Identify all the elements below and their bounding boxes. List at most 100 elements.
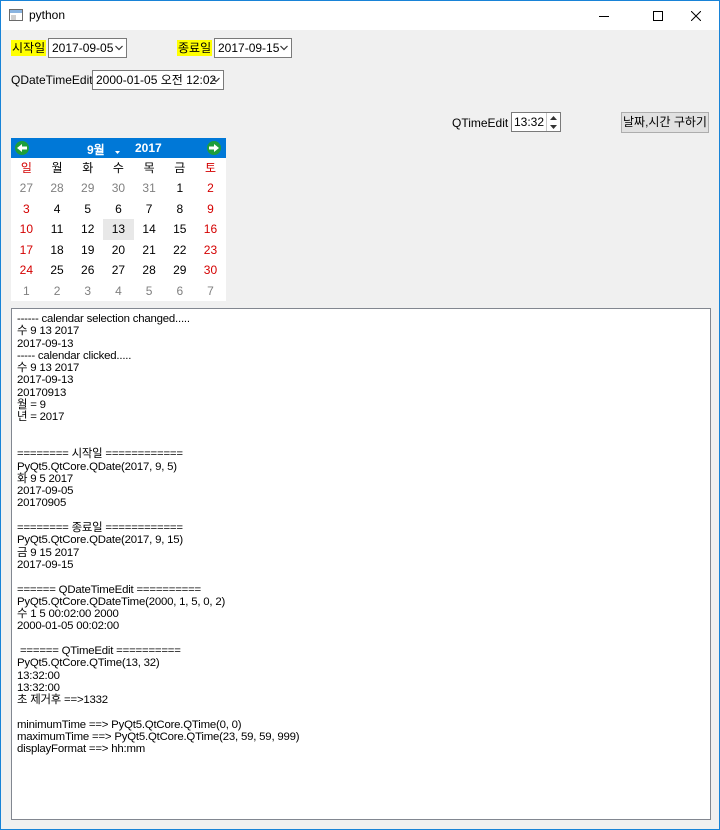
output-line: 2017-09-13 [17, 374, 74, 387]
calendar-day-cell[interactable]: 12 [72, 219, 103, 240]
weekday-tue: 화 [82, 161, 94, 175]
main-window: python 시작일 2017-09-05 종료일 2017-09-15 QDa… [0, 0, 720, 830]
calendar-day-cell[interactable]: 1 [11, 281, 42, 302]
calendar-day-cell[interactable]: 4 [103, 281, 134, 302]
arrow-right-icon [209, 144, 219, 152]
calendar-day-cell[interactable]: 16 [195, 219, 226, 240]
end-date-value: 2017-09-15 [218, 41, 280, 55]
weekday-sat: 토 [204, 161, 216, 175]
calendar-next-button[interactable] [207, 141, 221, 155]
calendar-day-cell[interactable]: 17 [11, 240, 42, 261]
output-line: ======== 종료일 ============ [17, 522, 183, 535]
output-line: 2017-09-15 [17, 558, 74, 571]
spin-down-icon[interactable] [547, 122, 560, 131]
calendar-day-cell[interactable]: 30 [103, 178, 134, 199]
calendar-weekday-header: 일 월 화 수 목 금 토 [11, 158, 226, 178]
calendar-day-cell[interactable]: 7 [195, 281, 226, 302]
calendar-nav-bar: 9월 2017 [11, 138, 226, 158]
weekday-fri: 금 [174, 161, 186, 175]
calendar-week-row: 17 18 19 20 21 22 23 [11, 240, 226, 261]
calendar-day-cell[interactable]: 27 [11, 178, 42, 199]
start-date-value: 2017-09-05 [52, 41, 114, 55]
maximize-icon [653, 10, 663, 21]
output-line: 수 9 13 2017 [17, 325, 80, 338]
calendar-day-cell[interactable]: 9 [195, 199, 226, 220]
calendar-day-cell[interactable]: 31 [134, 178, 165, 199]
output-line: 화 9 5 2017 [17, 472, 73, 485]
title-bar[interactable]: python [1, 1, 719, 30]
calendar-prev-button[interactable] [15, 141, 29, 155]
output-line: displayFormat ==> hh:mm [17, 743, 146, 756]
calendar-day-cell[interactable]: 7 [134, 199, 165, 220]
calendar-day-cell[interactable]: 5 [134, 281, 165, 302]
calendar-day-cell[interactable]: 24 [11, 260, 42, 281]
spin-up-icon[interactable] [547, 113, 560, 122]
calendar-day-cell[interactable]: 21 [134, 240, 165, 261]
calendar-day-cell[interactable]: 28 [134, 260, 165, 281]
start-date-combo[interactable]: 2017-09-05 [48, 38, 127, 58]
get-datetime-button[interactable]: 날짜,시간 구하기 [621, 112, 709, 133]
calendar-day-cell[interactable]: 26 [72, 260, 103, 281]
calendar-day-cell[interactable]: 6 [103, 199, 134, 220]
calendar-day-cell[interactable]: 5 [72, 199, 103, 220]
calendar-day-cell[interactable]: 29 [72, 178, 103, 199]
calendar-day-cell[interactable]: 10 [11, 219, 42, 240]
calendar-widget[interactable]: 9월 2017 일 월 화 수 목 금 토 27 28 29 30 31 1 2 3 4 5 6 7 8… [11, 138, 226, 301]
calendar-week-row: 27 28 29 30 31 1 2 [11, 178, 226, 199]
calendar-day-cell[interactable]: 13 [103, 219, 134, 240]
time-edit-spinbox[interactable]: 13:32 [511, 112, 561, 132]
calendar-month-button[interactable]: 9월 [87, 141, 105, 158]
chevron-down-icon [115, 45, 123, 51]
output-line: PyQt5.QtCore.QDate(2017, 9, 15) [17, 534, 184, 547]
time-edit-label: QTimeEdit [452, 116, 509, 130]
calendar-day-cell[interactable]: 2 [195, 178, 226, 199]
minimize-button[interactable] [581, 1, 627, 30]
output-line: PyQt5.QtCore.QDateTime(2000, 1, 5, 0, 2) [17, 595, 226, 608]
calendar-year-button[interactable]: 2017 [135, 141, 162, 155]
chevron-down-icon [212, 77, 220, 83]
time-spin-buttons[interactable] [546, 113, 560, 131]
output-line: ----- calendar clicked..... [17, 349, 132, 362]
calendar-day-cell[interactable]: 8 [164, 199, 195, 220]
calendar-day-cell[interactable]: 14 [134, 219, 165, 240]
calendar-day-cell[interactable]: 3 [11, 199, 42, 220]
chevron-down-icon [115, 151, 120, 154]
calendar-day-cell[interactable]: 22 [164, 240, 195, 261]
calendar-day-cell[interactable]: 3 [72, 281, 103, 302]
output-line: PyQt5.QtCore.QTime(13, 32) [17, 657, 160, 670]
calendar-day-cell[interactable]: 11 [42, 219, 73, 240]
calendar-day-cell[interactable]: 6 [164, 281, 195, 302]
end-date-combo[interactable]: 2017-09-15 [214, 38, 292, 58]
calendar-day-cell[interactable]: 30 [195, 260, 226, 281]
output-line: 2017-09-13 [17, 337, 74, 350]
calendar-week-row: 1234567 [11, 281, 226, 302]
output-line: 2000-01-05 00:02:00 [17, 620, 119, 633]
calendar-day-cell[interactable]: 20 [103, 240, 134, 261]
end-date-label: 종료일 [177, 40, 213, 56]
minimize-icon [599, 15, 609, 17]
calendar-day-cell[interactable]: 29 [164, 260, 195, 281]
output-line: minimumTime ==> PyQt5.QtCore.QTime(0, 0) [17, 718, 242, 731]
calendar-day-cell[interactable]: 4 [42, 199, 73, 220]
output-line: 13:32:00 [17, 669, 60, 682]
output-text-area[interactable]: ------ calendar selection changed..... 수 … [11, 308, 711, 820]
calendar-day-cell[interactable]: 19 [72, 240, 103, 261]
datetime-edit-value: 2000-01-05 오전 12:02 [96, 73, 217, 87]
app-window-icon [9, 9, 23, 21]
datetime-edit-combo[interactable]: 2000-01-05 오전 12:02 [92, 70, 224, 90]
calendar-day-cell[interactable]: 15 [164, 219, 195, 240]
calendar-day-cell[interactable]: 2 [42, 281, 73, 302]
calendar-day-cell[interactable]: 25 [42, 260, 73, 281]
calendar-day-cell[interactable]: 18 [42, 240, 73, 261]
calendar-week-row: 24 25 26 27 28 29 30 [11, 260, 226, 281]
output-line: 2017-09-05 [17, 485, 74, 498]
close-button[interactable] [673, 1, 719, 30]
chevron-down-icon [280, 45, 288, 51]
calendar-day-cell[interactable]: 1 [164, 178, 195, 199]
output-line: 13:32:00 [17, 681, 60, 694]
calendar-day-cell[interactable]: 27 [103, 260, 134, 281]
calendar-day-cell[interactable]: 28 [42, 178, 73, 199]
calendar-week-row: 10 11 12 13 14 15 16 [11, 219, 226, 240]
calendar-day-cell[interactable]: 23 [195, 240, 226, 261]
